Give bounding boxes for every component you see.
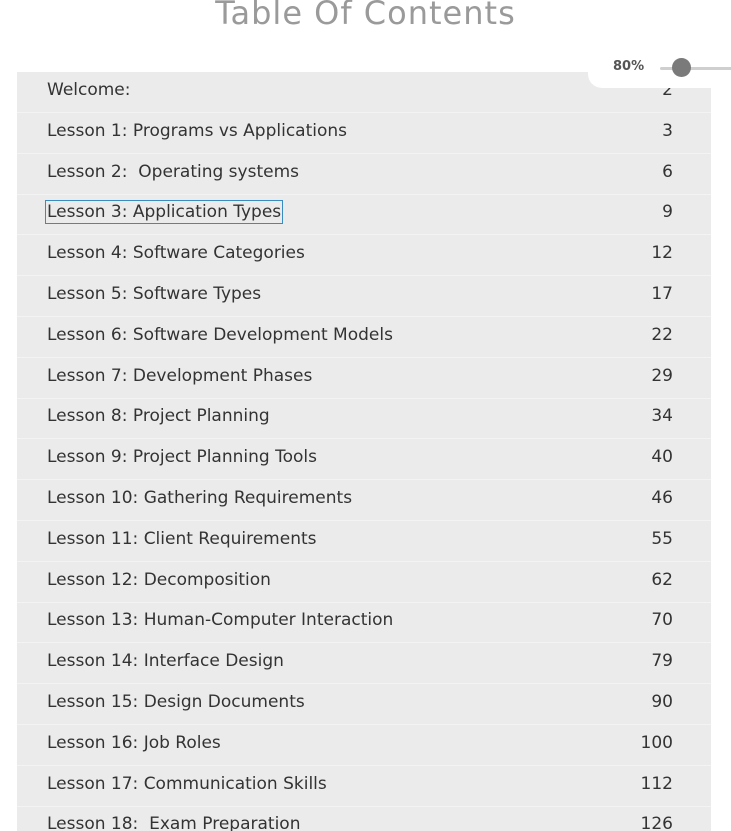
zoom-value: 80% bbox=[613, 59, 645, 74]
toc-entry-label: Lesson 14: Interface Design bbox=[47, 651, 284, 672]
toc-entry[interactable]: Lesson 10: Gathering Requirements 46 bbox=[17, 480, 711, 521]
toc-entry-page: 40 bbox=[651, 447, 673, 468]
toc-entry-label: Lesson 6: Software Development Models bbox=[47, 324, 393, 345]
zoom-slider-thumb[interactable] bbox=[672, 58, 691, 77]
toc-entry-page: 126 bbox=[640, 814, 673, 831]
table-of-contents: Welcome: 2 Lesson 1: Programs vs Applicati… bbox=[17, 72, 711, 831]
toc-entry-label: Lesson 3: Application Types bbox=[44, 200, 284, 225]
zoom-slider-track[interactable] bbox=[660, 67, 731, 70]
toc-entry[interactable]: Lesson 8: Project Planning 34 bbox=[17, 398, 711, 440]
toc-entry-label: Lesson 13: Human-Computer Interaction bbox=[47, 610, 394, 631]
toc-entry-label: Lesson 2: Operating systems bbox=[47, 161, 299, 182]
toc-entry-page: 70 bbox=[651, 610, 673, 631]
toc-entry[interactable]: Lesson 3: Application Types 9 bbox=[17, 194, 711, 236]
toc-entry-page: 55 bbox=[651, 528, 673, 549]
toc-entry[interactable]: Lesson 15: Design Documents 90 bbox=[17, 684, 711, 725]
toc-entry-page: 112 bbox=[640, 773, 673, 794]
toc-entry-page: 100 bbox=[640, 732, 673, 753]
toc-entry[interactable]: Lesson 18: Exam Preparation 126 bbox=[17, 806, 711, 831]
toc-entry-label: Lesson 18: Exam Preparation bbox=[47, 814, 301, 831]
toc-entry-label: Welcome: bbox=[47, 80, 131, 100]
toc-entry[interactable]: Lesson 4: Software Categories 12 bbox=[17, 235, 711, 277]
toc-entry-label: Lesson 10: Gathering Requirements bbox=[47, 488, 353, 508]
toc-entry-label: Lesson 16: Job Roles bbox=[47, 732, 221, 753]
toc-entry-label: Lesson 15: Design Documents bbox=[47, 692, 305, 712]
toc-entry-page: 17 bbox=[651, 284, 673, 304]
toc-entry-label: Lesson 8: Project Planning bbox=[47, 406, 270, 427]
toc-entry[interactable]: Lesson 2: Operating systems 6 bbox=[17, 154, 711, 195]
toc-entry[interactable]: Lesson 6: Software Development Models 22 bbox=[17, 317, 711, 358]
toc-entry[interactable]: Lesson 14: Interface Design 79 bbox=[17, 643, 711, 685]
toc-entry-page: 90 bbox=[651, 692, 673, 712]
toc-entry-label: Lesson 5: Software Types bbox=[47, 284, 262, 304]
toc-entry-label: Lesson 4: Software Categories bbox=[47, 243, 305, 264]
toc-entry-page: 62 bbox=[651, 569, 673, 590]
toc-entry[interactable]: Lesson 13: Human-Computer Interaction 70 bbox=[17, 602, 711, 644]
toc-entry-label: Lesson 12: Decomposition bbox=[47, 569, 271, 590]
toc-entry-page: 22 bbox=[651, 324, 673, 345]
toc-entry-label: Lesson 7: Development Phases bbox=[47, 365, 313, 386]
toc-entry[interactable]: Lesson 7: Development Phases 29 bbox=[17, 358, 711, 399]
toc-entry[interactable]: Lesson 5: Software Types 17 bbox=[17, 276, 711, 317]
toc-entry-label: Lesson 9: Project Planning Tools bbox=[47, 447, 317, 468]
toc-entry-page: 6 bbox=[662, 161, 673, 182]
toc-entry-page: 9 bbox=[662, 202, 673, 223]
toc-entry-page: 3 bbox=[662, 120, 673, 141]
toc-entry[interactable]: Lesson 17: Communication Skills 112 bbox=[17, 766, 711, 807]
page-title: Table Of Contents bbox=[215, 0, 516, 32]
toc-entry-page: 12 bbox=[651, 243, 673, 264]
toc-entry[interactable]: Lesson 16: Job Roles 100 bbox=[17, 725, 711, 766]
toc-entry[interactable]: Lesson 11: Client Requirements 55 bbox=[17, 521, 711, 562]
toc-entry-page: 46 bbox=[651, 488, 673, 508]
toc-entry-page: 29 bbox=[651, 365, 673, 386]
toc-entry[interactable]: Lesson 1: Programs vs Applications 3 bbox=[17, 113, 711, 154]
toc-entry-page: 79 bbox=[651, 651, 673, 672]
toc-entry[interactable]: Lesson 12: Decomposition 62 bbox=[17, 562, 711, 603]
zoom-control: 80% bbox=[588, 47, 731, 88]
toc-entry[interactable]: Lesson 9: Project Planning Tools 40 bbox=[17, 439, 711, 481]
toc-entry-page: 34 bbox=[651, 406, 673, 427]
toc-entry-label: Lesson 17: Communication Skills bbox=[47, 773, 327, 794]
toc-entry-label: Lesson 11: Client Requirements bbox=[47, 528, 317, 549]
toc-entry-label: Lesson 1: Programs vs Applications bbox=[47, 120, 348, 141]
